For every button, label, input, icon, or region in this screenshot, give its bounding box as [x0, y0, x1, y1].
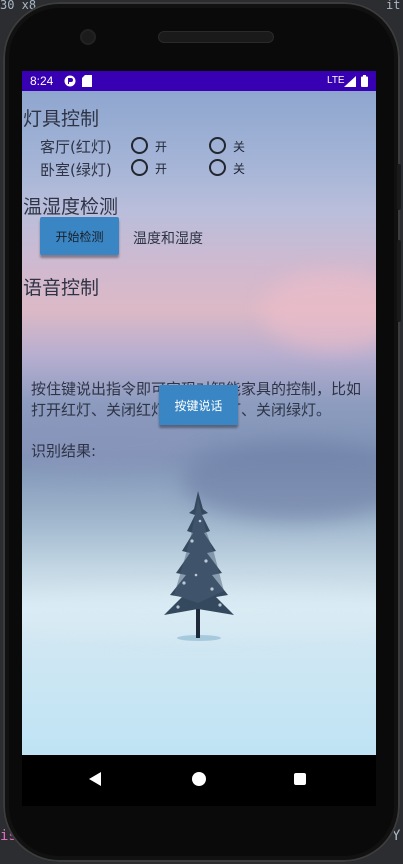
front-camera: [82, 31, 94, 43]
push-to-talk-button[interactable]: 按键说话: [159, 385, 238, 425]
temperature-humidity-text: 温度和湿度: [133, 231, 203, 247]
recents-icon[interactable]: [294, 773, 306, 785]
home-icon[interactable]: [192, 772, 206, 786]
start-detection-button[interactable]: 开始检测: [40, 217, 119, 255]
living-room-on-label: 开: [155, 140, 168, 154]
app-content: 灯具控制 客厅(红灯) 开 关 卧室(绿灯) 开 关 温湿度检测 开始检测 温度…: [22, 91, 376, 755]
network-type: LTE: [327, 75, 345, 86]
lights-section-title: 灯具控制: [23, 108, 100, 130]
phone-screen: 8:24 LTE 灯具控制 客厅(红灯) 开 关 卧室(绿灯) 开 关 温湿度检…: [22, 71, 376, 806]
notification-icon: [64, 75, 76, 87]
voice-section-title: 语音控制: [23, 277, 100, 299]
living-room-label: 客厅(红灯): [40, 138, 112, 156]
bedroom-on-radio[interactable]: [131, 159, 148, 176]
status-bar: 8:24 LTE: [22, 71, 376, 91]
signal-icon: [344, 76, 356, 87]
back-icon[interactable]: [89, 772, 101, 786]
earpiece-speaker: [159, 32, 273, 42]
bedroom-on-label: 开: [155, 162, 168, 176]
bedroom-off-label: 关: [233, 162, 246, 176]
battery-icon: [361, 75, 368, 87]
recognition-result-label: 识别结果:: [31, 442, 97, 460]
bedroom-off-radio[interactable]: [209, 159, 226, 176]
status-time: 8:24: [30, 74, 54, 88]
background-cloud: [262, 271, 376, 351]
power-button: [397, 164, 401, 210]
pine-tree-image: [164, 491, 234, 641]
volume-button: [397, 240, 401, 322]
navigation-bar: [22, 755, 376, 806]
bedroom-label: 卧室(绿灯): [40, 161, 112, 179]
living-room-on-radio[interactable]: [131, 137, 148, 154]
living-room-off-label: 关: [233, 140, 246, 154]
sensor-section-title: 温湿度检测: [23, 196, 119, 218]
living-room-off-radio[interactable]: [209, 137, 226, 154]
sd-card-icon: [82, 75, 92, 87]
editor-text-top-right: it:: [386, 0, 403, 12]
